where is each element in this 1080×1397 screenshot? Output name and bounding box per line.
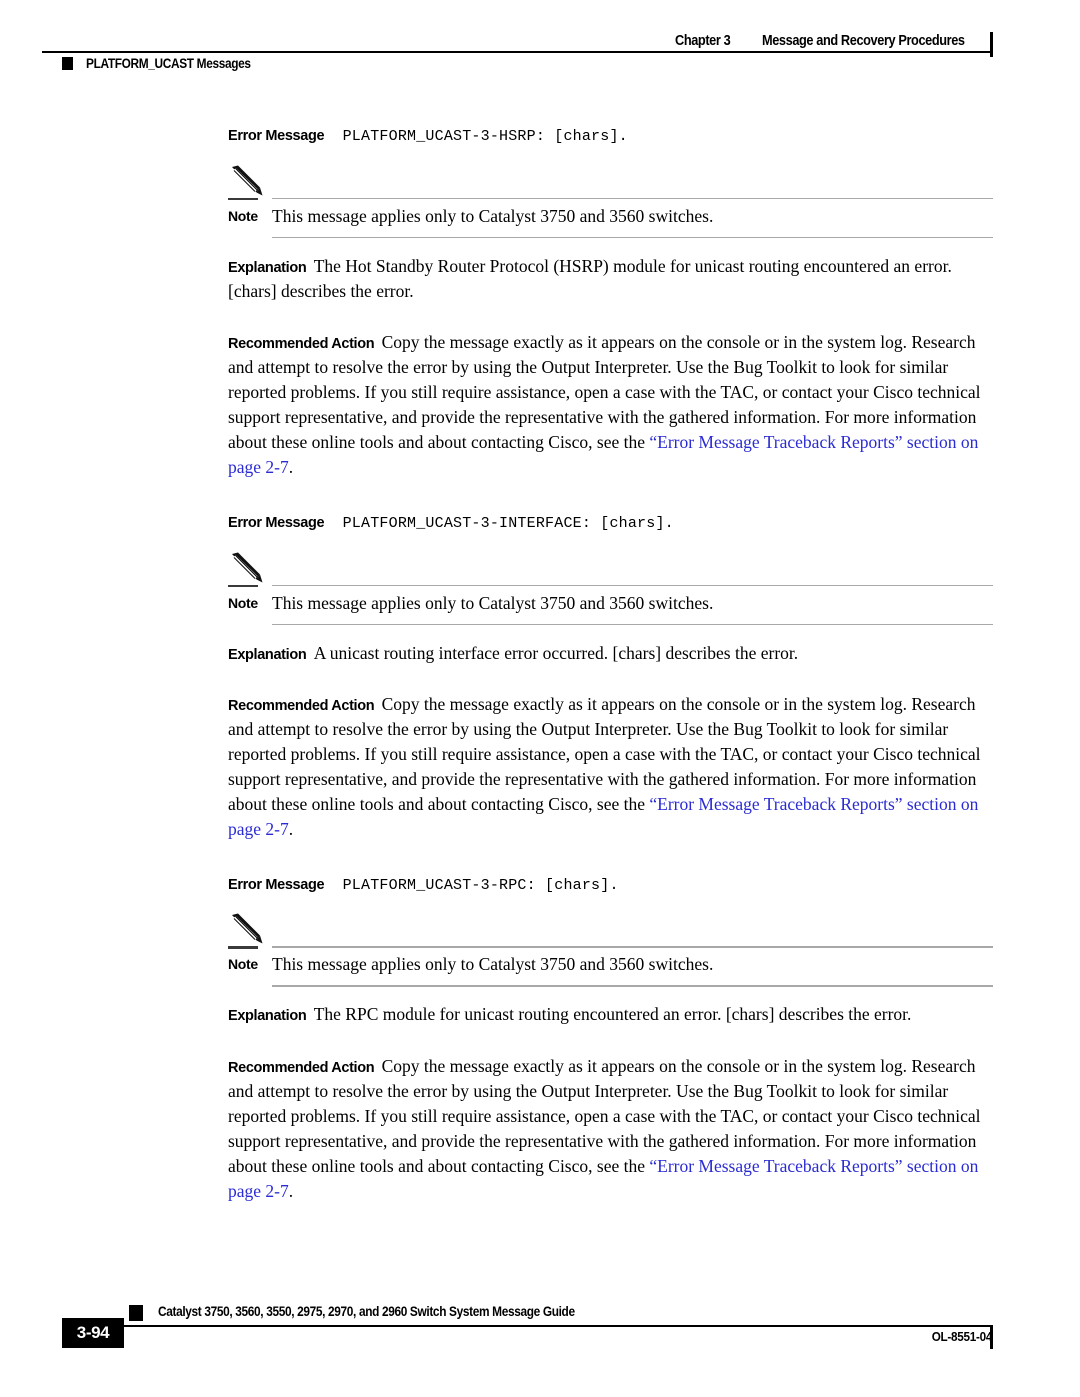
error-message-id: PLATFORM_UCAST-3-INTERFACE: [chars].	[342, 514, 674, 532]
note-text: This message applies only to Catalyst 37…	[272, 592, 714, 613]
explanation-paragraph: Explanation The Hot Standby Router Protoc…	[228, 254, 993, 304]
header-chapter-title: Message and Recovery Procedures	[761, 33, 965, 49]
error-message-id: PLATFORM_UCAST-3-HSRP: [chars].	[342, 128, 628, 145]
recommended-action-label: Recommended Action	[228, 335, 375, 352]
header-section-group: PLATFORM_UCAST Messages	[62, 56, 273, 71]
header-section-title: PLATFORM_UCAST Messages	[86, 56, 251, 71]
recommended-action-paragraph: Recommended Action Copy the message exact…	[228, 1054, 993, 1204]
note-block: Note This message applies only to Cataly…	[228, 913, 993, 987]
note-label: Note	[228, 594, 258, 611]
message-block: Error Message PLATFORM_UCAST-3-HSRP: [ch…	[228, 126, 993, 480]
error-message-id: PLATFORM_UCAST-3-RPC: [chars].	[342, 876, 619, 894]
error-message-line: Error Message PLATFORM_UCAST-3-INTERFACE…	[228, 513, 993, 534]
explanation-text: The Hot Standby Router Protocol (HSRP) m…	[228, 255, 952, 301]
footer-document-id: OL-8551-04	[931, 1329, 993, 1344]
explanation-label: Explanation	[228, 646, 307, 663]
note-rule-top	[272, 584, 993, 587]
note-icon-underline	[228, 946, 258, 949]
note-text: This message applies only to Catalyst 37…	[272, 205, 714, 226]
note-rule-bottom	[272, 236, 993, 239]
note-rule-bottom	[272, 985, 993, 987]
footer-change-bar	[990, 1325, 993, 1349]
message-block: Error Message PLATFORM_UCAST-3-INTERFACE…	[228, 513, 993, 842]
page-footer: Catalyst 3750, 3560, 3550, 2975, 2970, a…	[0, 1287, 1080, 1397]
recommended-action-paragraph: Recommended Action Copy the message exact…	[228, 692, 993, 842]
explanation-paragraph: Explanation A unicast routing interface e…	[228, 641, 993, 666]
square-bullet-icon	[62, 57, 73, 70]
header-chapter-number: Chapter 3	[674, 33, 731, 49]
explanation-paragraph: Explanation The RPC module for unicast ro…	[228, 1002, 993, 1027]
error-message-label: Error Message	[228, 128, 325, 144]
note-block: Note This message applies only to Cataly…	[228, 552, 993, 626]
note-block: Note This message applies only to Cataly…	[228, 165, 993, 239]
error-message-line: Error Message PLATFORM_UCAST-3-RPC: [cha…	[228, 875, 993, 896]
recommended-action-paragraph: Recommended Action Copy the message exact…	[228, 330, 993, 480]
pencil-icon	[232, 552, 263, 583]
header-change-bar	[990, 32, 993, 57]
recommended-action-label: Recommended Action	[228, 1059, 375, 1076]
explanation-label: Explanation	[228, 259, 307, 276]
error-message-label: Error Message	[228, 514, 325, 531]
page-content: Error Message PLATFORM_UCAST-3-HSRP: [ch…	[228, 126, 993, 1204]
note-rule-bottom	[272, 623, 993, 626]
square-bullet-icon	[129, 1305, 143, 1321]
note-rule-top	[272, 197, 993, 200]
pencil-icon	[232, 165, 263, 196]
note-icon-underline	[228, 584, 258, 588]
header-divider-rule	[42, 51, 992, 53]
note-label: Note	[228, 207, 258, 224]
error-message-label: Error Message	[228, 876, 325, 893]
explanation-text: A unicast routing interface error occurr…	[313, 642, 799, 663]
recommended-action-text-tail: .	[288, 456, 294, 477]
recommended-action-text-tail: .	[288, 1180, 294, 1201]
pencil-icon	[232, 913, 263, 944]
note-rule-top	[272, 946, 993, 948]
recommended-action-text-tail: .	[288, 818, 294, 839]
recommended-action-label: Recommended Action	[228, 697, 375, 714]
page-header: Chapter 3 Message and Recovery Procedure…	[0, 0, 1080, 92]
explanation-label: Explanation	[228, 1008, 307, 1025]
footer-guide-title: Catalyst 3750, 3560, 3550, 2975, 2970, a…	[158, 1304, 575, 1319]
error-message-line: Error Message PLATFORM_UCAST-3-HSRP: [ch…	[228, 126, 993, 147]
explanation-text: The RPC module for unicast routing encou…	[313, 1004, 912, 1025]
page-number-badge: 3-94	[62, 1318, 124, 1348]
note-text: This message applies only to Catalyst 37…	[272, 954, 714, 975]
note-icon-underline	[228, 197, 258, 201]
footer-divider-rule	[124, 1325, 992, 1327]
header-chapter-group: Chapter 3 Message and Recovery Procedure…	[675, 33, 992, 49]
message-block: Error Message PLATFORM_UCAST-3-RPC: [cha…	[228, 875, 993, 1204]
note-label: Note	[228, 956, 258, 973]
